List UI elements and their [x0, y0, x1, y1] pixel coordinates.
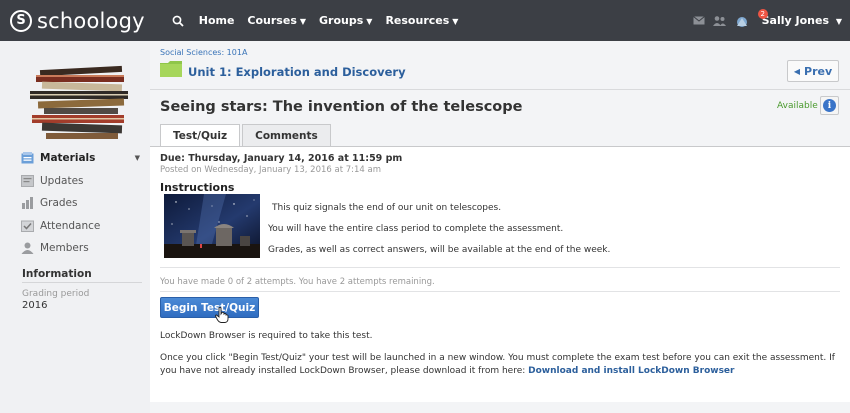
grading-period-value: 2016	[22, 300, 48, 311]
begin-test-quiz-button[interactable]: Begin Test/Quiz	[160, 297, 259, 318]
launch-instructions: Once you click "Begin Test/Quiz" your te…	[160, 352, 845, 377]
chevron-down-icon: ▼	[366, 17, 373, 26]
nav-home-label: Home	[198, 14, 235, 27]
notifications-icon[interactable]	[734, 14, 750, 28]
chevron-left-icon: ◀	[793, 66, 801, 76]
due-date: Due: Thursday, January 14, 2016 at 11:59…	[160, 153, 403, 164]
attempts-remaining: You have made 0 of 2 attempts. You have …	[160, 277, 435, 287]
course-image	[22, 56, 140, 146]
messages-icon[interactable]	[692, 16, 705, 25]
materials-icon	[21, 152, 34, 164]
instructions-heading: Instructions	[160, 181, 235, 194]
notification-badge: 2	[757, 9, 768, 19]
info-button[interactable]: i	[820, 96, 839, 115]
sidebar-item-label: Updates	[40, 174, 84, 187]
sidebar-nav: Materials ▼ Updates Grades Attendance Me…	[0, 147, 150, 260]
nav-courses[interactable]: Courses ▼	[247, 14, 306, 27]
sidebar-item-materials[interactable]: Materials ▼	[0, 147, 150, 170]
unit-title[interactable]: Unit 1: Exploration and Discovery	[188, 65, 406, 79]
attendance-icon	[21, 220, 34, 232]
main-content: Social Sciences: 101A Unit 1: Exploratio…	[150, 41, 850, 413]
hand-cursor-icon	[215, 307, 229, 323]
instruction-line: Grades, as well as correct answers, will…	[268, 245, 611, 255]
nav-courses-label: Courses	[247, 14, 297, 27]
chevron-down-icon: ▼	[835, 17, 842, 26]
course-sidebar: Materials ▼ Updates Grades Attendance Me…	[0, 41, 150, 413]
instruction-line: This quiz signals the end of our unit on…	[272, 203, 502, 213]
top-right-tools: 2 Sally Jones ▼	[692, 0, 850, 41]
tab-comments[interactable]: Comments	[242, 124, 331, 146]
schoology-logo[interactable]: S schoology	[10, 9, 145, 33]
prev-label: Prev	[804, 64, 833, 78]
prev-button[interactable]: ◀ Prev	[787, 60, 839, 82]
main-nav: Home Courses ▼ Groups ▼ Resources ▼	[167, 10, 472, 32]
quiz-panel: Due: Thursday, January 14, 2016 at 11:59…	[150, 146, 850, 402]
status-badge: Available	[777, 101, 818, 111]
user-name: Sally Jones	[761, 14, 829, 27]
nav-groups[interactable]: Groups ▼	[319, 14, 372, 27]
telescope-photo	[164, 194, 260, 258]
folder-icon	[160, 61, 182, 77]
grading-period-label: Grading period	[22, 289, 90, 299]
chevron-down-icon: ▼	[134, 154, 140, 163]
connections-icon[interactable]	[712, 15, 726, 27]
sidebar-item-updates[interactable]: Updates	[0, 170, 150, 193]
page-title: Seeing stars: The invention of the teles…	[160, 99, 523, 115]
logo-mark: S	[10, 9, 32, 32]
sidebar-item-label: Materials	[40, 152, 96, 165]
top-navigation-bar: S schoology Home Courses ▼ Groups ▼ Resour…	[0, 0, 850, 41]
sidebar-item-grades[interactable]: Grades	[0, 192, 150, 215]
divider	[160, 267, 840, 268]
nav-resources-label: Resources	[385, 14, 450, 27]
lockdown-note: LockDown Browser is required to take thi…	[160, 331, 373, 341]
breadcrumb[interactable]: Social Sciences: 101A	[160, 48, 247, 57]
chevron-down-icon: ▼	[452, 17, 459, 26]
tab-bar: Test/Quiz Comments	[160, 124, 333, 147]
search-icon[interactable]	[167, 10, 189, 32]
divider	[150, 89, 850, 90]
members-icon	[21, 242, 34, 254]
nav-resources[interactable]: Resources ▼	[385, 14, 458, 27]
sidebar-item-label: Members	[40, 242, 89, 255]
user-menu[interactable]: Sally Jones ▼	[762, 14, 842, 27]
divider	[160, 291, 840, 292]
download-lockdown-link[interactable]: Download and install LockDown Browser	[528, 366, 734, 376]
tab-test-quiz[interactable]: Test/Quiz	[160, 124, 241, 147]
logo-wordmark: schoology	[37, 8, 145, 33]
info-icon: i	[823, 99, 836, 112]
nav-groups-label: Groups	[319, 14, 364, 27]
updates-icon	[21, 174, 34, 187]
nav-home[interactable]: Home	[199, 14, 235, 27]
sidebar-item-members[interactable]: Members	[0, 237, 150, 260]
sidebar-item-label: Grades	[40, 197, 78, 210]
grades-icon	[22, 197, 33, 209]
chevron-down-icon: ▼	[299, 17, 307, 26]
information-heading: Information	[22, 268, 92, 280]
sidebar-item-label: Attendance	[40, 219, 101, 232]
divider	[22, 282, 142, 283]
sidebar-item-attendance[interactable]: Attendance	[0, 215, 150, 238]
instruction-line: You will have the entire class period to…	[268, 224, 564, 234]
posted-date: Posted on Wednesday, January 13, 2016 at…	[160, 165, 382, 175]
